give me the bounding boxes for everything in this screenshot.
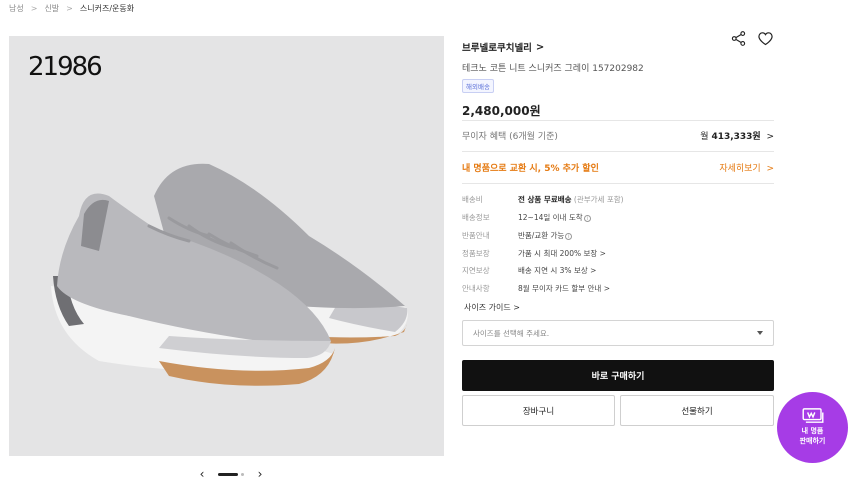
chevron-right-icon: > (30, 4, 38, 13)
spec-value-bold: 전 상품 무료배송 (518, 195, 572, 204)
gallery-dot[interactable] (241, 472, 244, 476)
spec-key: 배송정보 (462, 213, 490, 222)
heart-icon[interactable] (757, 30, 774, 47)
spec-key: 지연보상 (462, 266, 490, 275)
installment-row[interactable]: 무이자 혜택 (6개월 기준) 월 413,333원 > (462, 129, 774, 142)
divider (462, 151, 774, 152)
trade-in-link-label: 자세히보기 (719, 164, 761, 174)
cash-icon (802, 408, 823, 424)
product-image[interactable]: 21986 (9, 36, 444, 456)
product-price: 2,480,000원 (462, 104, 541, 118)
spec-value-text: 8월 무이자 카드 할부 안내 (518, 284, 602, 293)
size-select[interactable]: 사이즈를 선택해 주세요. (462, 320, 774, 346)
spec-row-return-info: 반품안내 반품/교환 가능 i (462, 230, 774, 241)
spec-value-text: 반품/교환 가능 (518, 231, 565, 240)
cart-button[interactable]: 장바구니 (462, 395, 615, 426)
spec-value: 배송 지연 시 3% 보상 > (518, 265, 596, 276)
gallery-pagination: ‹ › (196, 467, 266, 481)
divider (462, 183, 774, 184)
chevron-right-icon[interactable]: › (254, 467, 266, 481)
spec-key: 반품안내 (462, 231, 490, 240)
breadcrumb-item-shoes[interactable]: 신발 (44, 3, 59, 14)
chevron-right-icon: > (763, 132, 774, 142)
size-guide-label: 사이즈 가이드 (464, 303, 511, 312)
spec-row-notice[interactable]: 안내사항 8월 무이자 카드 할부 안내 > (462, 283, 774, 294)
installment-prefix: 월 (700, 132, 709, 142)
spec-key: 배송비 (462, 195, 483, 204)
installment-label-group: 무이자 혜택 (6개월 기준) (462, 129, 558, 142)
spec-value-text: 가품 시 최대 200% 보장 (518, 249, 598, 258)
installment-sub: (6개월 기준) (509, 132, 558, 142)
top-icons (730, 30, 774, 47)
gift-button[interactable]: 선물하기 (620, 395, 774, 426)
chevron-right-icon: > (597, 249, 606, 258)
spec-value: 8월 무이자 카드 할부 안내 > (518, 283, 610, 294)
breadcrumb-item-men[interactable]: 남성 (9, 3, 24, 14)
installment-amount: 413,333원 (711, 132, 761, 142)
spec-key: 안내사항 (462, 284, 490, 293)
sell-button-line1: 내 명품 (801, 427, 824, 436)
spec-value: 가품 시 최대 200% 보장 > (518, 248, 606, 259)
spec-row-authenticity[interactable]: 정품보장 가품 시 최대 200% 보장 > (462, 248, 774, 259)
breadcrumb: 남성 > 신발 > 스니커즈/운동화 (9, 3, 134, 14)
size-guide-link[interactable]: 사이즈 가이드 > (464, 302, 520, 313)
chevron-right-icon: > (513, 303, 520, 312)
spec-row-delay-compensation[interactable]: 지연보상 배송 지연 시 3% 보상 > (462, 265, 774, 276)
buy-now-button[interactable]: 바로 구매하기 (462, 360, 774, 391)
spec-value: 반품/교환 가능 i (518, 230, 573, 241)
breadcrumb-item-sneakers[interactable]: 스니커즈/운동화 (80, 3, 134, 14)
chevron-right-icon: > (601, 284, 610, 293)
chevron-right-icon: > (763, 164, 774, 174)
gallery-dot-active[interactable] (218, 472, 238, 476)
sell-my-luxury-button[interactable]: 내 명품 판매하기 (777, 392, 848, 463)
product-info: 브루넬로쿠치넬리 > 테크노 코튼 니트 스니커즈 그레이 157202982 … (462, 30, 774, 119)
size-select-placeholder: 사이즈를 선택해 주세요. (473, 328, 550, 338)
sneaker-image (51, 163, 408, 386)
caret-down-icon (757, 331, 763, 335)
spec-row-delivery-info: 배송정보 12~14일 이내 도착 i (462, 212, 774, 223)
installment-label: 무이자 혜택 (462, 132, 507, 142)
chevron-right-icon: > (535, 41, 545, 53)
spec-value-text: 12~14일 이내 도착 (518, 213, 583, 222)
spec-row-shipping-fee: 배송비 전 상품 무료배송 (관부가세 포함) (462, 194, 774, 205)
gallery-dots (218, 472, 244, 476)
spec-value-sub: (관부가세 포함) (573, 195, 624, 204)
share-icon[interactable] (730, 30, 747, 47)
brand-name: 브루넬로쿠치넬리 (462, 43, 532, 54)
installment-amount-group: 월 413,333원 > (700, 129, 774, 142)
trade-in-row[interactable]: 내 명품으로 교환 시, 5% 추가 할인 자세히보기 > (462, 161, 774, 174)
sell-button-line2: 판매하기 (799, 437, 826, 445)
divider (462, 120, 774, 121)
trade-in-label: 내 명품으로 교환 시, 5% 추가 할인 (462, 164, 599, 174)
chevron-right-icon: > (587, 266, 597, 275)
spec-key: 정품보장 (462, 249, 490, 258)
spec-value-text: 배송 지연 시 3% 보상 (518, 266, 588, 275)
chevron-right-icon: > (66, 4, 73, 13)
brand-link[interactable]: 브루넬로쿠치넬리 > (462, 40, 774, 55)
product-name: 테크노 코튼 니트 스니커즈 그레이 157202982 (462, 64, 644, 74)
trade-in-link[interactable]: 자세히보기 > (719, 161, 774, 174)
info-icon[interactable]: i (583, 214, 591, 222)
overseas-shipping-badge: 해외배송 (462, 79, 494, 93)
spec-value: 전 상품 무료배송 (관부가세 포함) (518, 194, 624, 205)
chevron-left-icon[interactable]: ‹ (196, 467, 208, 481)
spec-value: 12~14일 이내 도착 i (518, 212, 591, 223)
info-icon[interactable]: i (565, 232, 573, 240)
